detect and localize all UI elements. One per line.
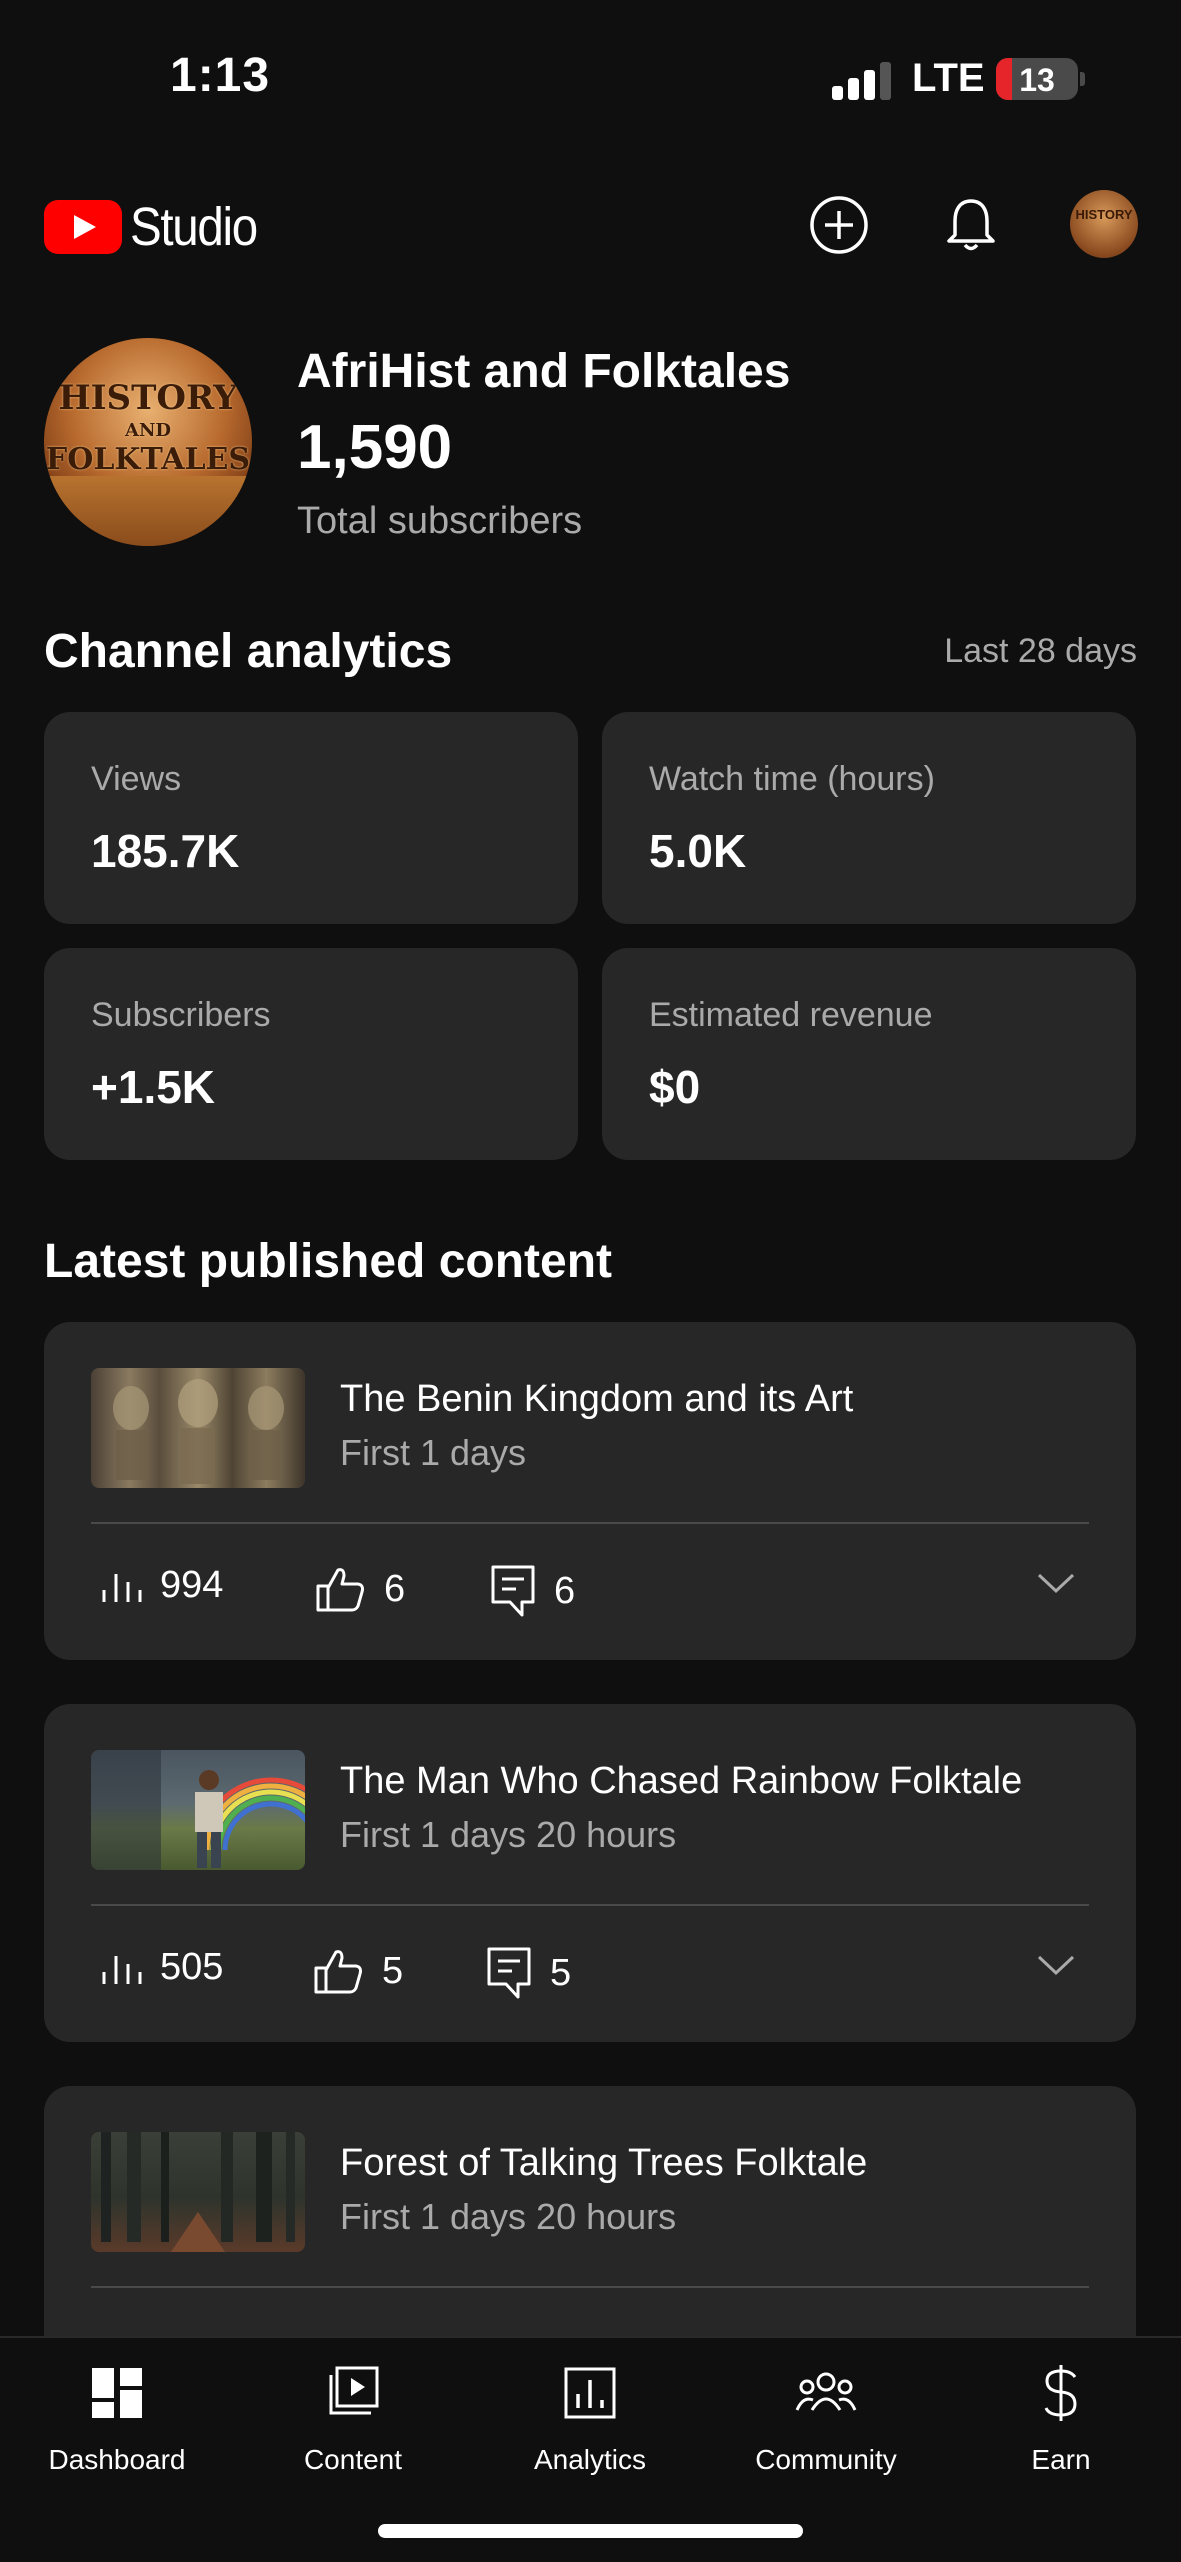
card-value: 5.0K bbox=[649, 825, 747, 877]
comments-stat: 6 bbox=[490, 1564, 575, 1618]
expand-button[interactable] bbox=[1036, 1570, 1076, 1601]
dollar-icon bbox=[1044, 2365, 1077, 2421]
notifications-button[interactable] bbox=[938, 192, 1004, 258]
account-avatar-text: HISTORY bbox=[1075, 207, 1133, 222]
views-count: 994 bbox=[160, 1564, 224, 1606]
likes-count: 5 bbox=[382, 1949, 404, 1992]
create-icon bbox=[810, 196, 868, 254]
latest-content-title: Latest published content bbox=[44, 1235, 613, 1288]
card-label: Watch time (hours) bbox=[649, 760, 935, 798]
comments-count: 5 bbox=[550, 1951, 572, 1994]
channel-avatar[interactable]: HISTORY AND FOLKTALES bbox=[44, 338, 252, 546]
nav-content[interactable]: Content bbox=[253, 2358, 453, 2476]
avatar-text-and: AND bbox=[124, 420, 172, 441]
card-value: 185.7K bbox=[91, 825, 240, 877]
expand-button[interactable] bbox=[1036, 1952, 1076, 1983]
nav-label: Dashboard bbox=[48, 2444, 186, 2475]
subscriber-count: 1,590 bbox=[297, 413, 453, 482]
views-count: 505 bbox=[160, 1946, 224, 1988]
comment-icon bbox=[491, 1565, 535, 1617]
battery-tip bbox=[1080, 72, 1085, 86]
status-bar: 1:13 LTE 13 bbox=[0, 0, 1181, 160]
nav-analytics[interactable]: Analytics bbox=[490, 2358, 690, 2476]
benin-art-image bbox=[113, 1379, 284, 1484]
views-bars-icon bbox=[102, 1955, 142, 1984]
studio-logo-text: Studio bbox=[130, 197, 258, 257]
network-label: LTE bbox=[912, 56, 985, 100]
nav-earn[interactable]: Earn bbox=[961, 2358, 1161, 2476]
dashboard-icon bbox=[92, 2368, 142, 2418]
card-value: +1.5K bbox=[91, 1061, 216, 1113]
avatar-text-history: HISTORY bbox=[58, 378, 238, 418]
nav-community[interactable]: Community bbox=[726, 2358, 926, 2476]
likes-stat: 6 bbox=[314, 1564, 405, 1614]
card-value: $0 bbox=[649, 1061, 701, 1113]
subscribers-card[interactable]: Subscribers +1.5K bbox=[44, 948, 578, 1160]
nav-label: Content bbox=[303, 2444, 403, 2475]
views-stat: 994 bbox=[100, 1564, 223, 1607]
divider bbox=[91, 1904, 1089, 1906]
rainbow-image bbox=[91, 1750, 305, 1870]
chevron-down-icon bbox=[1037, 1573, 1075, 1594]
community-icon bbox=[795, 2372, 857, 2411]
video-thumbnail bbox=[91, 1750, 305, 1870]
thumbs-up-icon bbox=[314, 1950, 362, 1994]
video-title: The Benin Kingdom and its Art bbox=[340, 1378, 854, 1420]
app-header: Studio HISTORY bbox=[0, 170, 1181, 280]
comments-stat: 5 bbox=[486, 1946, 571, 2000]
battery-level: 13 bbox=[1019, 62, 1055, 98]
avatar-ground bbox=[44, 476, 252, 546]
thumbs-up-icon bbox=[316, 1568, 364, 1612]
video-period: First 1 days 20 hours bbox=[340, 1814, 677, 1855]
views-stat: 505 bbox=[100, 1946, 223, 1989]
watch-time-card[interactable]: Watch time (hours) 5.0K bbox=[602, 712, 1136, 924]
youtube-logo-icon bbox=[44, 200, 122, 254]
video-title: Forest of Talking Trees Folktale bbox=[340, 2142, 868, 2184]
nav-label: Community bbox=[755, 2444, 897, 2475]
subscriber-label: Total subscribers bbox=[297, 500, 583, 542]
video-period: First 1 days bbox=[340, 1432, 527, 1473]
video-card[interactable]: The Benin Kingdom and its Art First 1 da… bbox=[44, 1322, 1136, 1660]
views-card[interactable]: Views 185.7K bbox=[44, 712, 578, 924]
content-icon bbox=[329, 2366, 379, 2415]
comment-icon bbox=[487, 1947, 531, 1999]
video-period: First 1 days 20 hours bbox=[340, 2196, 677, 2237]
video-thumbnail bbox=[91, 1368, 305, 1488]
likes-stat: 5 bbox=[312, 1946, 403, 1996]
battery-icon: 13 bbox=[996, 58, 1078, 100]
views-bars-icon bbox=[102, 1573, 142, 1602]
likes-count: 6 bbox=[384, 1567, 406, 1610]
card-label: Subscribers bbox=[91, 996, 271, 1034]
card-label: Estimated revenue bbox=[649, 996, 933, 1034]
analytics-title: Channel analytics bbox=[44, 625, 453, 678]
card-label: Views bbox=[91, 760, 182, 798]
video-card[interactable]: The Man Who Chased Rainbow Folktale Firs… bbox=[44, 1704, 1136, 2042]
analytics-icon bbox=[564, 2367, 616, 2419]
video-title: The Man Who Chased Rainbow Folktale bbox=[340, 1760, 1023, 1802]
status-time: 1:13 bbox=[170, 49, 271, 102]
forest-image bbox=[101, 2132, 295, 2252]
bell-icon bbox=[947, 199, 995, 251]
divider bbox=[91, 2286, 1089, 2288]
comments-count: 6 bbox=[554, 1569, 576, 1612]
revenue-card[interactable]: Estimated revenue $0 bbox=[602, 948, 1136, 1160]
nav-dashboard[interactable]: Dashboard bbox=[17, 2358, 217, 2476]
home-indicator[interactable] bbox=[378, 2524, 803, 2538]
divider bbox=[91, 1522, 1089, 1524]
account-avatar[interactable]: HISTORY bbox=[1070, 190, 1138, 258]
nav-label: Earn bbox=[1031, 2444, 1091, 2475]
analytics-period: Last 28 days bbox=[944, 632, 1137, 670]
channel-name: AfriHist and Folktales bbox=[297, 345, 791, 398]
signal-icon bbox=[832, 60, 892, 100]
chevron-down-icon bbox=[1037, 1955, 1075, 1976]
avatar-text-folktales: FOLKTALES bbox=[45, 442, 251, 477]
nav-label: Analytics bbox=[533, 2444, 647, 2475]
create-button[interactable] bbox=[806, 192, 872, 258]
studio-logo[interactable]: Studio bbox=[44, 196, 274, 258]
video-thumbnail bbox=[91, 2132, 305, 2252]
